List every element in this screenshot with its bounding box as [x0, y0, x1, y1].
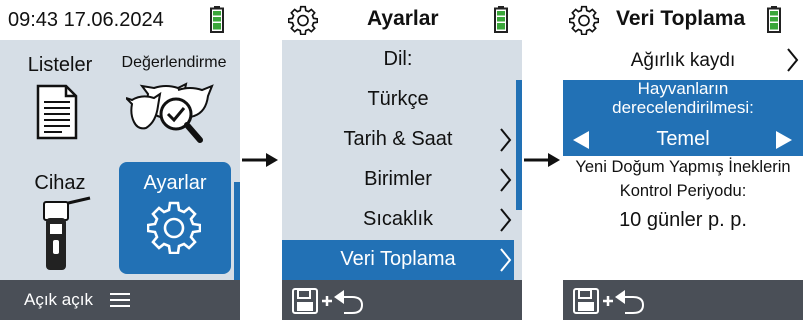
evaluation-selector[interactable]: Hayvanların derecelendirilmesi: Temel — [563, 79, 803, 156]
weight-record-label: Ağırlık kaydı — [630, 50, 736, 71]
handheld-device-icon — [43, 196, 91, 270]
list-item-label: Türkçe — [367, 88, 429, 110]
save-and-back-icon[interactable] — [573, 287, 645, 315]
tile-device[interactable]: Cihaz — [4, 162, 116, 274]
battery-icon — [767, 6, 781, 33]
selector-title-line2: derecelendirilmesi: — [612, 98, 754, 117]
footer-bar: Açık açık — [0, 280, 240, 320]
gear-icon — [147, 201, 201, 254]
tile-label: Ayarlar — [143, 172, 207, 194]
battery-icon — [210, 6, 224, 33]
list-item-units[interactable]: Birimler — [282, 160, 514, 200]
control-period-item[interactable]: Yeni Doğum Yapmış İneklerin Kontrol Peri… — [563, 156, 803, 240]
gear-icon — [288, 5, 318, 35]
tile-label: Değerlendirme — [121, 54, 227, 71]
scrollbar[interactable] — [516, 80, 522, 210]
period-value: 10 günler p. p. — [619, 209, 747, 231]
list-item-language-label: Dil: — [282, 40, 514, 80]
chevron-right-icon — [500, 128, 512, 152]
status-bar: Veri Toplama — [563, 0, 803, 40]
chevron-right-icon — [500, 168, 512, 192]
arrow-right-icon — [524, 153, 560, 167]
status-bar: 09:43 17.06.2024 — [0, 0, 240, 40]
footer-bar — [563, 280, 803, 320]
period-label-line2: Kontrol Periyodu: — [619, 182, 747, 200]
gear-icon — [569, 5, 599, 35]
list-item-label: Birimler — [364, 168, 432, 190]
list-item-language[interactable]: Türkçe — [282, 80, 514, 120]
tile-evaluation[interactable]: Değerlendirme — [118, 44, 230, 156]
page-title: Ayarlar — [367, 7, 439, 30]
selector-title-line1: Hayvanların — [637, 79, 729, 98]
menu-icon[interactable] — [110, 292, 130, 308]
cattle-evaluation-icon — [126, 82, 214, 143]
period-label-line1: Yeni Doğum Yapmış İneklerin — [575, 158, 791, 176]
settings-screen: Ayarlar Dil: Türkçe Tarih & Saat Birimle… — [282, 0, 522, 320]
battery-icon — [494, 6, 508, 33]
settings-list: Dil: Türkçe Tarih & Saat Birimler Sıcakl… — [282, 40, 522, 280]
list-item-date-time[interactable]: Tarih & Saat — [282, 120, 514, 160]
tile-label: Listeler — [27, 54, 93, 76]
main-menu-screen: 09:43 17.06.2024 Listeler Değerlendirme … — [0, 0, 240, 320]
list-item-temperature[interactable]: Sıcaklık — [282, 200, 514, 240]
chevron-right-icon — [787, 48, 799, 72]
footer-bar — [282, 280, 522, 320]
list-item-label: Dil: — [383, 48, 413, 70]
list-item-label: Sıcaklık — [362, 208, 434, 230]
list-item-label: Veri Toplama — [340, 248, 456, 270]
list-item-data-collection[interactable]: Veri Toplama — [282, 240, 514, 280]
tile-label: Cihaz — [34, 172, 86, 194]
weight-record-item[interactable]: Ağırlık kaydı — [563, 40, 803, 80]
chevron-right-icon — [500, 248, 512, 272]
data-collection-screen: Veri Toplama Ağırlık kaydı Hayvanların d… — [563, 0, 803, 320]
page-title: Veri Toplama — [616, 7, 746, 30]
menu-grid: Listeler Değerlendirme Cihaz Ayarlar — [0, 40, 240, 320]
triangle-right-icon[interactable] — [775, 130, 793, 150]
tile-settings[interactable]: Ayarlar — [119, 162, 231, 274]
tile-lists[interactable]: Listeler — [4, 44, 116, 156]
list-item-label: Tarih & Saat — [343, 128, 453, 150]
save-and-back-icon[interactable] — [292, 287, 364, 315]
document-icon — [36, 84, 78, 140]
clock: 09:43 17.06.2024 — [8, 9, 164, 31]
status-bar: Ayarlar — [282, 0, 522, 40]
chevron-right-icon — [500, 208, 512, 232]
arrow-right-icon — [242, 153, 278, 167]
selector-value: Temel — [656, 128, 710, 150]
footer-label: Açık açık — [24, 290, 93, 309]
